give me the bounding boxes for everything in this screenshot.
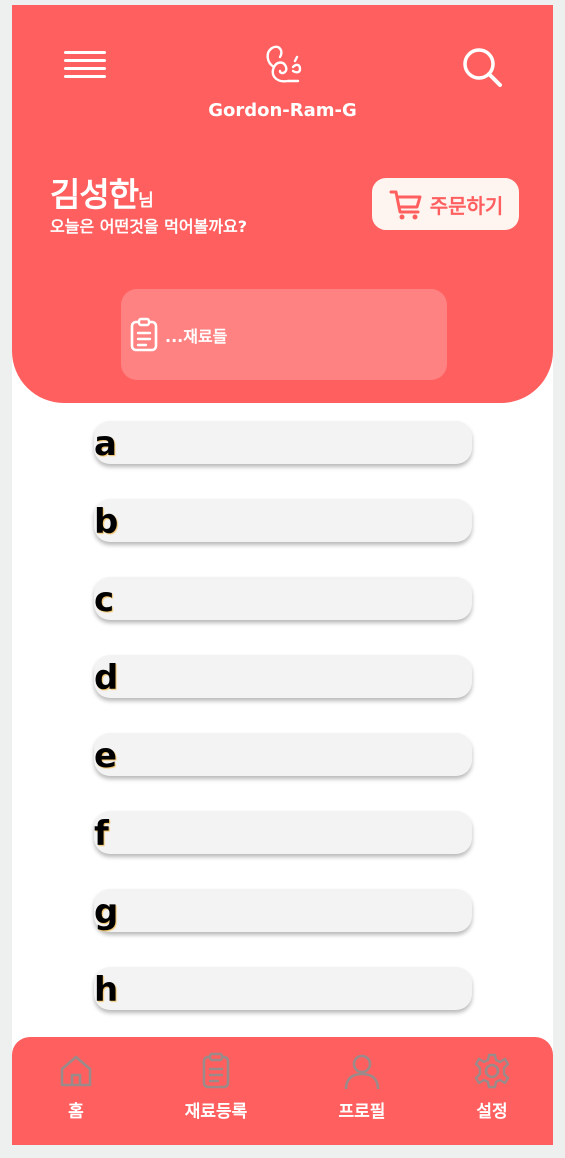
menu-button[interactable]: [64, 51, 106, 81]
nav-item-register-ingredients[interactable]: 재료등록: [156, 1051, 276, 1131]
user-name: 김성한: [50, 175, 139, 214]
clipboard-icon: [202, 1052, 230, 1089]
list-item-label: a: [94, 424, 117, 464]
ingredients-box[interactable]: ...재료들: [121, 289, 447, 380]
menu-line: [64, 51, 106, 54]
menu-line: [64, 75, 106, 78]
nav-label: 재료등록: [184, 1102, 248, 1122]
order-label: 주문하기: [429, 193, 504, 218]
menu-line: [64, 59, 106, 62]
squirrel-logo-icon: [266, 45, 302, 83]
nav-item-profile[interactable]: 프로필: [302, 1051, 422, 1131]
ingredients-label: ...재료들: [165, 326, 228, 346]
list-item-label: g: [94, 892, 119, 932]
list-item[interactable]: a: [94, 421, 472, 464]
search-icon[interactable]: [460, 45, 504, 89]
list-item[interactable]: g: [94, 889, 472, 932]
list-item-label: c: [94, 580, 115, 620]
user-greeting: 김성한님: [50, 168, 154, 216]
list-item[interactable]: b: [94, 499, 472, 542]
list-item-label: f: [94, 814, 109, 854]
list-item[interactable]: d: [94, 655, 472, 698]
user-icon: [344, 1054, 380, 1090]
nav-item-home[interactable]: 홈: [16, 1051, 136, 1131]
list-item-label: b: [94, 502, 119, 542]
user-suffix: 님: [138, 191, 154, 211]
order-button[interactable]: 주문하기: [372, 178, 519, 230]
list-item[interactable]: f: [94, 811, 472, 854]
list-item-label: e: [94, 736, 118, 776]
header: Gordon-Ram-G 김성한님 오늘은 어떤것을 먹어볼까요? 주문하기 .…: [12, 5, 553, 403]
greeting-question: 오늘은 어떤것을 먹어볼까요?: [50, 217, 248, 236]
nav-item-settings[interactable]: 설정: [432, 1051, 552, 1131]
clipboard-icon: [130, 317, 158, 351]
home-icon: [60, 1055, 92, 1087]
list-item[interactable]: e: [94, 733, 472, 776]
list-item[interactable]: c: [94, 577, 472, 620]
list-item-label: d: [94, 658, 119, 698]
brand-name: Gordon-Ram-G: [208, 100, 357, 121]
bottom-nav: 홈 재료등록 프로필 설정: [12, 1037, 553, 1145]
app-screen: Gordon-Ram-G 김성한님 오늘은 어떤것을 먹어볼까요? 주문하기 .…: [12, 5, 553, 1145]
nav-label: 홈: [68, 1102, 84, 1122]
list-item-label: h: [94, 970, 119, 1010]
menu-line: [64, 67, 106, 70]
cart-icon: [389, 190, 422, 220]
gear-icon: [474, 1053, 510, 1089]
nav-label: 프로필: [338, 1102, 386, 1122]
nav-label: 설정: [476, 1102, 508, 1122]
list-item[interactable]: h: [94, 967, 472, 1010]
